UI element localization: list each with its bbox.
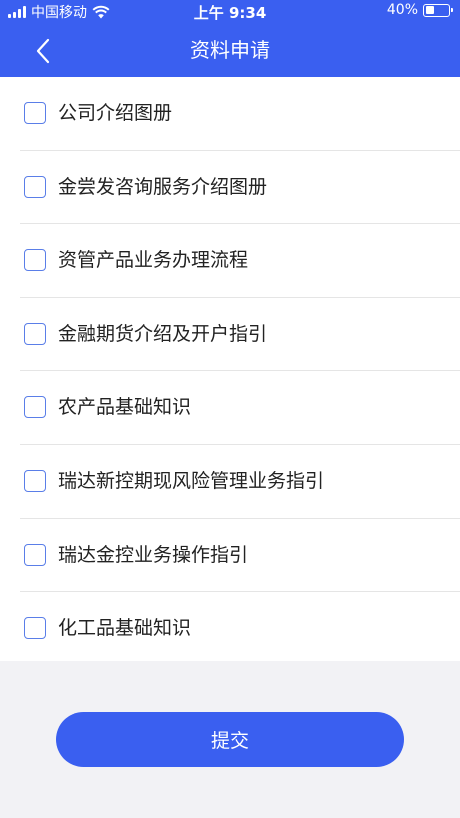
wifi-icon: [92, 5, 110, 19]
battery-fill: [425, 6, 435, 14]
status-right: 40%: [386, 2, 453, 18]
battery-percent: 40%: [386, 2, 418, 18]
carrier-label: 中国移动: [31, 5, 87, 21]
signal-icon: [8, 6, 26, 18]
checkbox[interactable]: [24, 175, 46, 198]
page-title: 资料申请: [190, 38, 270, 62]
list-item[interactable]: 化工品基础知识: [0, 592, 460, 666]
chevron-left-icon: [36, 38, 50, 64]
back-button[interactable]: [30, 36, 58, 66]
document-list: 公司介绍图册 金尝发咨询服务介绍图册 资管产品业务办理流程 金融期货介绍及开户指…: [0, 77, 460, 661]
item-label: 资管产品业务办理流程: [58, 249, 249, 272]
status-left: 中国移动: [8, 2, 110, 22]
item-label: 化工品基础知识: [58, 617, 192, 640]
item-label: 金尝发咨询服务介绍图册: [58, 175, 268, 198]
list-item[interactable]: 资管产品业务办理流程: [0, 224, 460, 298]
status-bar: 中国移动 上午 9:34 40%: [0, 0, 460, 22]
checkbox[interactable]: [24, 470, 46, 492]
checkbox[interactable]: [24, 543, 46, 566]
item-label: 金融期货介绍及开户指引: [58, 322, 268, 345]
list-item[interactable]: 瑞达金控业务操作指引: [0, 519, 460, 593]
checkbox[interactable]: [24, 617, 46, 640]
checkbox[interactable]: [24, 102, 46, 124]
item-label: 瑞达新控期现风险管理业务指引: [58, 470, 325, 492]
checkbox[interactable]: [24, 322, 46, 345]
submit-button[interactable]: 提交: [56, 712, 404, 767]
list-item[interactable]: 公司介绍图册: [0, 77, 460, 151]
battery-icon: [423, 3, 453, 17]
header: 中国移动 上午 9:34 40% 资料申请: [0, 0, 460, 77]
item-label: 公司介绍图册: [58, 102, 173, 124]
item-label: 瑞达金控业务操作指引: [58, 543, 249, 566]
list-item[interactable]: 金尝发咨询服务介绍图册: [0, 151, 460, 225]
checkbox[interactable]: [24, 396, 46, 419]
list-item[interactable]: 瑞达新控期现风险管理业务指引: [0, 445, 460, 519]
item-label: 农产品基础知识: [58, 396, 192, 419]
list-item[interactable]: 农产品基础知识: [0, 371, 460, 445]
list-item[interactable]: 金融期货介绍及开户指引: [0, 298, 460, 372]
checkbox[interactable]: [24, 249, 46, 272]
